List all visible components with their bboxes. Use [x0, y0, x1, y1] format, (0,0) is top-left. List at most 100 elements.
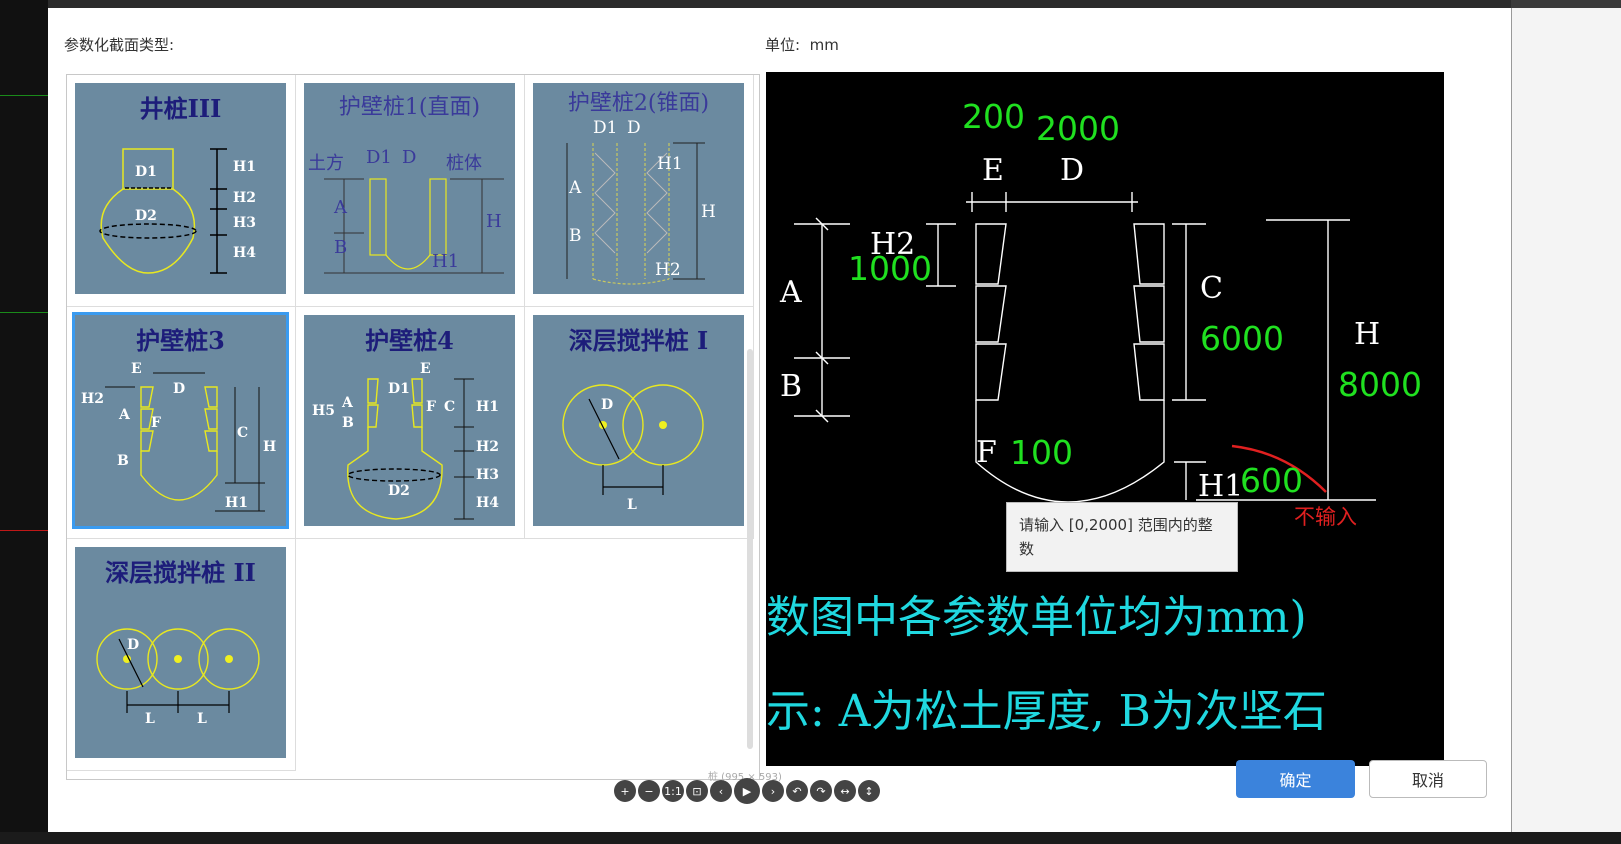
- label-a: A: [341, 395, 354, 411]
- preview-value-f: 100: [1010, 433, 1073, 472]
- label-a: A: [568, 178, 582, 198]
- label-d2: D2: [135, 208, 157, 224]
- preview-drawing: E D H2 A B C H F H1 200 2000 1000 6000 8…: [766, 97, 1422, 737]
- label-h: H: [263, 439, 276, 455]
- label-h1: H1: [432, 251, 459, 272]
- background-right-panel: [1511, 0, 1621, 844]
- section-type-retaining-pile-3[interactable]: 护壁桩3 E D H2 A F B C H H1: [67, 307, 296, 539]
- rotate-left-icon[interactable]: ↶: [786, 780, 808, 802]
- preview-note-line-2: 示: A为松土厚度, B为次坚石: [766, 686, 1327, 737]
- label-d1: D1: [366, 147, 392, 168]
- play-icon[interactable]: ▶: [734, 778, 760, 804]
- label-l1: L: [145, 711, 155, 727]
- fit-window-icon[interactable]: ⊡: [686, 780, 708, 802]
- parametric-section-dialog: 参数化截面类型: 单位: mm 井桩III D1 D2 H1 H2 H3 H4 …: [48, 8, 1511, 832]
- label-b: B: [117, 453, 129, 469]
- retaining-pile-2-diagram: D1 D A B H1 H H2: [566, 118, 716, 285]
- deep-mixing-pile-1-diagram: D L: [562, 384, 704, 513]
- unit-value: mm: [809, 36, 839, 54]
- retaining-pile-1-diagram: 土方 D1 D 桩体 A B H H1: [308, 147, 504, 274]
- flip-horizontal-icon[interactable]: ↔: [834, 780, 856, 802]
- label-l2: L: [197, 711, 207, 727]
- label-h1: H1: [657, 154, 683, 174]
- preview-label-d: D: [1060, 153, 1084, 188]
- label-h3: H3: [476, 467, 499, 483]
- grid-scrollbar[interactable]: [747, 349, 753, 749]
- label-h2: H2: [476, 439, 499, 455]
- label-h2: H2: [81, 391, 104, 407]
- label-h1: H1: [476, 399, 499, 415]
- label-h4: H4: [476, 495, 499, 511]
- label-e: E: [420, 361, 431, 377]
- label-d1: D1: [135, 164, 157, 180]
- zoom-in-icon[interactable]: +: [614, 780, 636, 802]
- label-h: H: [701, 202, 716, 222]
- flip-vertical-icon[interactable]: ↕: [858, 780, 880, 802]
- annotation-no-input: 不输入: [1294, 505, 1357, 529]
- label-h1: H1: [225, 495, 248, 511]
- label-c: C: [444, 399, 455, 415]
- preview-label-a: A: [779, 275, 802, 310]
- label-h4: H4: [233, 245, 256, 261]
- preview-value-e: 200: [962, 97, 1025, 136]
- previous-icon[interactable]: ‹: [710, 780, 732, 802]
- preview-label-h: H: [1354, 317, 1380, 352]
- label-l: L: [627, 497, 637, 513]
- label-h2: H2: [233, 190, 256, 206]
- deep-mixing-pile-2-diagram: D L L: [96, 628, 260, 727]
- actual-size-icon[interactable]: 1:1: [662, 780, 684, 802]
- label-h: H: [486, 211, 502, 232]
- label-h5: H5: [312, 403, 335, 419]
- label-d: D: [173, 381, 185, 397]
- section-preview-canvas: E D H2 A B C H F H1 200 2000 1000 6000 8…: [766, 72, 1444, 766]
- label-d1: D1: [388, 381, 410, 397]
- preview-value-d: 2000: [1036, 109, 1120, 148]
- label-f: F: [426, 399, 436, 415]
- section-type-deep-mixing-pile-1[interactable]: 深层搅拌桩 I D L: [525, 307, 754, 539]
- preview-note-line-1: 数图中各参数单位均为mm): [766, 592, 1307, 643]
- label-d: D: [627, 118, 641, 138]
- label-a: A: [333, 197, 348, 218]
- label-c: C: [237, 425, 248, 441]
- preview-value-h: 8000: [1338, 365, 1422, 404]
- label-h1: H1: [233, 159, 256, 175]
- retaining-pile-4-diagram: E D1 H5 A B F C H1 H2 H3 H4 D2: [312, 361, 499, 520]
- label-earthwork: 土方: [308, 153, 344, 174]
- preview-label-f: F: [976, 435, 997, 470]
- label-b: B: [342, 415, 354, 431]
- label-h2: H2: [655, 260, 681, 280]
- label-b: B: [569, 226, 582, 246]
- label-d: D: [127, 637, 139, 653]
- preview-value-h1: 600: [1240, 461, 1303, 500]
- image-viewer-toolbar: 桩 (995 × 593) + − 1:1 ⊡ ‹ ▶ › ↶ ↷ ↔ ↕: [48, 768, 1511, 808]
- label-e: E: [131, 361, 142, 377]
- label-pile-body: 桩体: [446, 153, 482, 174]
- label-h3: H3: [233, 215, 256, 231]
- input-range-tooltip: 请输入 [0,2000] 范围内的整数: [1006, 502, 1238, 572]
- section-type-retaining-pile-1[interactable]: 护壁桩1(直面) 土方 D1 D 桩体 A B H H1: [296, 75, 525, 307]
- preview-value-c: 6000: [1200, 319, 1284, 358]
- preview-label-b: B: [780, 369, 802, 404]
- section-type-deep-mixing-pile-2[interactable]: 深层搅拌桩 II D L L: [67, 539, 296, 771]
- section-type-retaining-pile-2[interactable]: 护壁桩2(锥面) D1 D A B H1 H H2: [525, 75, 754, 307]
- label-d2: D2: [388, 483, 410, 499]
- preview-label-c: C: [1200, 271, 1223, 306]
- next-icon[interactable]: ›: [762, 780, 784, 802]
- label-d: D: [402, 147, 416, 168]
- section-type-retaining-pile-4[interactable]: 护壁桩4 E D1 H5 A B F C H1 H2 H3 H4 D2: [296, 307, 525, 539]
- label-d1: D1: [593, 118, 617, 138]
- section-type-label: 参数化截面类型:: [64, 36, 175, 54]
- section-type-well-pile-3[interactable]: 井桩III D1 D2 H1 H2 H3 H4: [67, 75, 296, 307]
- well-pile-3-diagram: D1 D2 H1 H2 H3 H4: [99, 148, 256, 274]
- background-left-panel: [0, 0, 48, 844]
- label-a: A: [118, 407, 131, 423]
- section-type-grid: 井桩III D1 D2 H1 H2 H3 H4 护壁桩1(直面) 土方 D1 D…: [66, 74, 760, 780]
- label-f: F: [151, 415, 161, 431]
- rotate-right-icon[interactable]: ↷: [810, 780, 832, 802]
- label-d: D: [601, 397, 613, 413]
- preview-label-e: E: [982, 153, 1004, 188]
- zoom-out-icon[interactable]: −: [638, 780, 660, 802]
- preview-label-h1: H1: [1198, 469, 1243, 504]
- label-b: B: [334, 237, 347, 258]
- preview-value-h2: 1000: [848, 249, 932, 288]
